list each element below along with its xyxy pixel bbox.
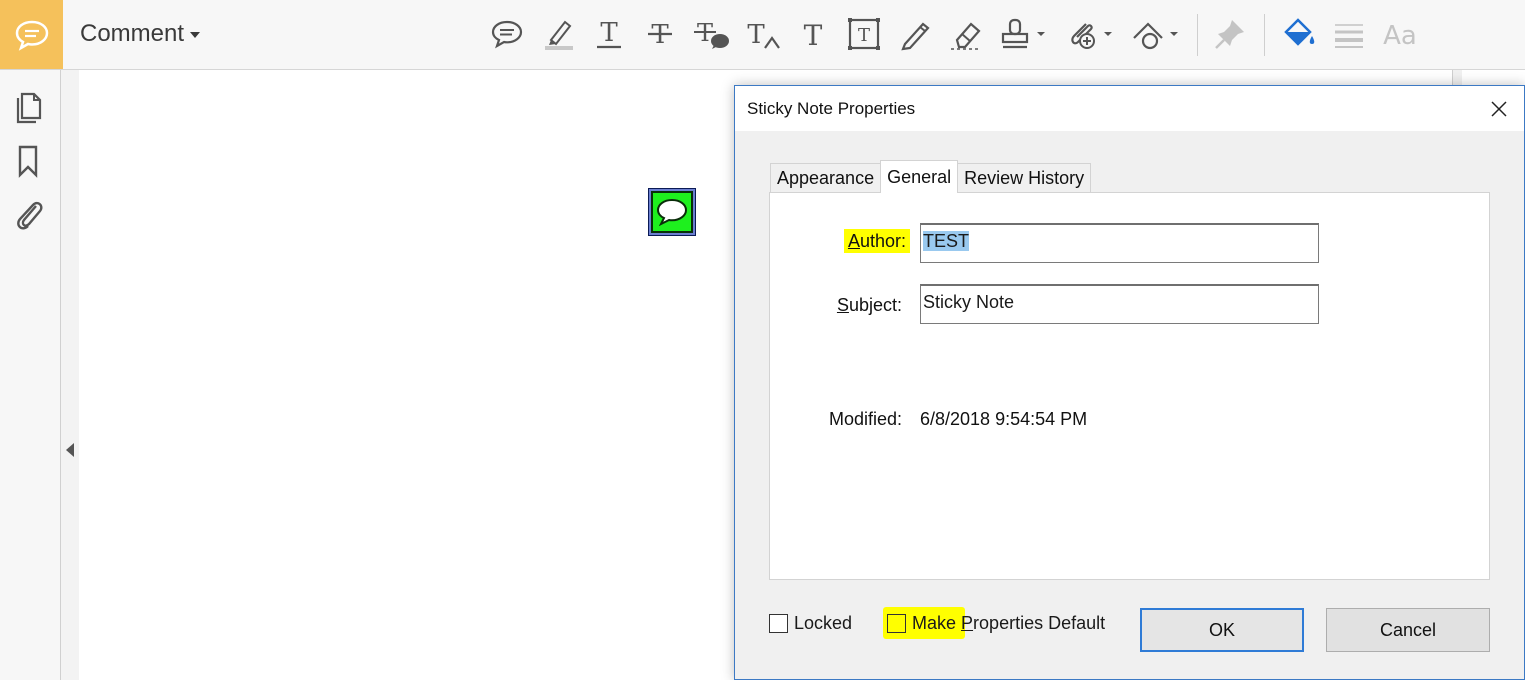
sticky-note-body xyxy=(651,191,693,233)
svg-text:T: T xyxy=(804,19,823,52)
speech-bubble-icon xyxy=(656,198,688,226)
page-thumbnails-button[interactable] xyxy=(8,86,48,126)
replace-text-tool[interactable]: T xyxy=(689,12,733,56)
highlight-icon xyxy=(545,20,573,50)
sticky-note-properties-dialog: Sticky Note Properties Appearance Genera… xyxy=(734,85,1525,680)
sticky-note-tool[interactable] xyxy=(485,12,529,56)
attachments-button[interactable] xyxy=(8,194,48,234)
author-value: TEST xyxy=(923,231,970,251)
svg-text:T: T xyxy=(858,25,870,46)
subject-label-text: ubject: xyxy=(848,295,902,315)
make-default-label-accesskey: P xyxy=(961,613,974,633)
line-properties-tool[interactable] xyxy=(1327,12,1371,56)
drawing-tools-tool[interactable] xyxy=(1128,12,1184,56)
dialog-title: Sticky Note Properties xyxy=(747,99,916,118)
make-default-label-pre: Make xyxy=(912,613,962,633)
modified-label: Modified: xyxy=(828,409,902,429)
cancel-button[interactable]: Cancel xyxy=(1326,608,1490,652)
pin-icon xyxy=(1215,20,1244,49)
make-default-label: Make Properties Default xyxy=(912,613,1105,634)
author-label-highlight: Author: xyxy=(843,229,910,253)
strikethrough-tool[interactable]: T xyxy=(638,12,682,56)
attach-file-tool[interactable] xyxy=(1062,12,1118,56)
drawing-tools-icon xyxy=(1133,22,1178,50)
author-label-text: uthor: xyxy=(859,231,906,251)
author-label: Author: xyxy=(830,229,910,253)
svg-text:T: T xyxy=(747,20,765,50)
line-properties-icon xyxy=(1335,24,1363,48)
bookmarks-button[interactable] xyxy=(8,141,48,181)
replace-text-icon: T xyxy=(694,19,729,49)
sticky-note-annotation[interactable] xyxy=(648,188,696,236)
strikethrough-icon: T xyxy=(648,20,672,50)
author-field[interactable]: TEST xyxy=(920,223,1319,263)
pages-icon xyxy=(16,92,42,124)
comment-toolbar: Comment T T T T T T Aa xyxy=(0,0,1525,70)
attach-file-icon xyxy=(1071,23,1112,49)
tab-general[interactable]: General xyxy=(880,160,959,193)
close-icon xyxy=(1491,101,1507,117)
svg-text:Aa: Aa xyxy=(1383,21,1417,51)
insert-text-icon: T xyxy=(747,20,780,50)
make-default-checkbox[interactable] xyxy=(887,614,906,633)
tab-review-history[interactable]: Review History xyxy=(957,163,1092,193)
textbox-tool[interactable]: T xyxy=(842,12,886,56)
bookmark-icon xyxy=(18,145,38,178)
sticky-note-icon xyxy=(491,20,523,49)
dialog-titlebar: Sticky Note Properties xyxy=(735,86,1524,131)
fill-color-tool[interactable] xyxy=(1276,12,1320,56)
make-default-checkbox-row[interactable]: Make Properties Default xyxy=(883,607,1105,639)
add-text-icon: T xyxy=(804,19,823,52)
comment-bubble-icon xyxy=(15,20,48,51)
tool-title-label: Comment xyxy=(80,20,185,47)
locked-label: Locked xyxy=(794,613,853,633)
chevron-down-icon xyxy=(190,32,201,38)
navigation-pane xyxy=(0,70,61,680)
text-properties-tool[interactable]: Aa xyxy=(1378,12,1422,56)
eraser-tool[interactable] xyxy=(944,12,988,56)
locked-checkbox[interactable] xyxy=(769,614,788,633)
textbox-icon: T xyxy=(848,18,880,50)
highlight-tool[interactable] xyxy=(536,12,580,56)
author-label-accesskey: A xyxy=(847,231,860,251)
subject-label-accesskey: S xyxy=(836,295,849,315)
subject-label: Subject: xyxy=(820,295,902,316)
toolbar-separator xyxy=(1264,14,1265,56)
stamp-icon xyxy=(1001,18,1045,49)
make-default-label-rest: roperties Default xyxy=(973,613,1106,633)
subject-value: Sticky Note xyxy=(923,292,1015,312)
general-tab-panel: Author: TEST Subject: Sticky Note Modifi… xyxy=(769,192,1490,580)
underline-text-icon: T xyxy=(597,18,621,49)
dialog-tabs: Appearance General Review History xyxy=(770,160,1092,193)
svg-text:T: T xyxy=(600,18,618,48)
stamp-tool[interactable] xyxy=(995,12,1051,56)
text-properties-icon: Aa xyxy=(1383,21,1417,51)
pane-collapse-strip xyxy=(61,70,79,680)
underline-text-tool[interactable]: T xyxy=(587,12,631,56)
pin-tool[interactable] xyxy=(1208,12,1252,56)
attachment-icon xyxy=(17,201,43,230)
pencil-icon xyxy=(901,22,930,51)
add-text-tool[interactable]: T xyxy=(791,12,835,56)
ok-button[interactable]: OK xyxy=(1140,608,1304,652)
comment-tool-menu[interactable]: Comment xyxy=(80,20,201,48)
eraser-icon xyxy=(951,22,981,50)
fill-color-icon xyxy=(1284,18,1315,46)
locked-checkbox-row[interactable]: Locked xyxy=(769,613,852,634)
modified-value: 6/8/2018 9:54:54 PM xyxy=(920,409,1088,429)
comment-tool-tile[interactable] xyxy=(0,0,63,69)
pencil-tool[interactable] xyxy=(893,12,937,56)
collapse-pane-icon[interactable] xyxy=(66,443,74,457)
toolbar-separator xyxy=(1197,14,1198,56)
insert-text-tool[interactable]: T xyxy=(740,12,784,56)
subject-field[interactable]: Sticky Note xyxy=(920,284,1319,324)
close-button[interactable] xyxy=(1484,94,1514,124)
tab-appearance[interactable]: Appearance xyxy=(770,163,882,193)
